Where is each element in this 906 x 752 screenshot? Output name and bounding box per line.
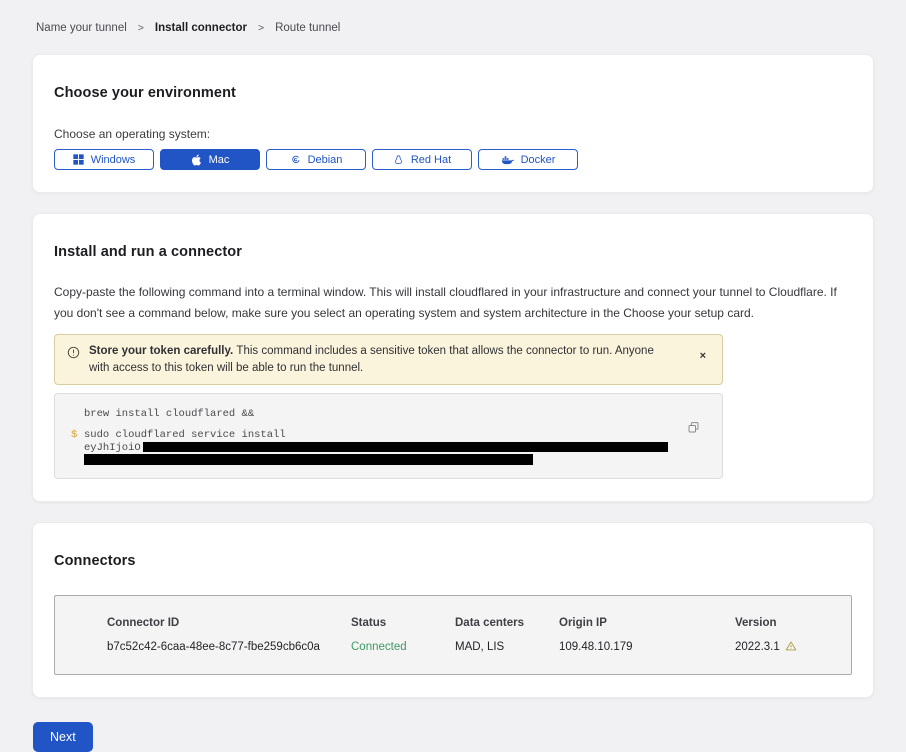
install-connector-card: Install and run a connector Copy-paste t…	[32, 213, 874, 502]
connector-status-value: Connected	[351, 641, 455, 653]
os-button-debian[interactable]: Debian	[266, 149, 366, 170]
breadcrumb-step-route-tunnel[interactable]: Route tunnel	[275, 22, 340, 34]
connectors-table-header: Connector ID Status Data centers Origin …	[107, 617, 835, 629]
version-warning-icon	[785, 640, 797, 655]
connector-version-value: 2022.3.1	[735, 641, 780, 653]
docker-icon	[501, 154, 514, 165]
apple-icon	[191, 154, 202, 166]
shell-prompt: $	[71, 430, 84, 465]
environment-card-title: Choose your environment	[54, 85, 852, 101]
os-picker-label: Choose an operating system:	[54, 127, 852, 141]
breadcrumb-separator: >	[258, 22, 264, 34]
copy-icon[interactable]	[687, 421, 700, 437]
breadcrumb-step-install-connector[interactable]: Install connector	[155, 22, 247, 34]
redacted-token-bar	[143, 442, 668, 452]
os-button-label: Debian	[308, 154, 343, 166]
os-button-windows[interactable]: Windows	[54, 149, 154, 170]
table-row: b7c52c42-6caa-48ee-8c77-fbe259cb6c0a Con…	[107, 640, 835, 655]
os-button-mac[interactable]: Mac	[160, 149, 260, 170]
breadcrumb-separator: >	[138, 22, 144, 34]
column-header-origin-ip: Origin IP	[559, 617, 735, 629]
column-header-version: Version	[735, 617, 835, 629]
token-prefix: eyJhIjoiO	[84, 442, 141, 454]
alert-circle-icon	[67, 346, 80, 364]
redhat-icon	[393, 154, 404, 166]
install-card-description: Copy-paste the following command into a …	[54, 282, 852, 324]
os-button-docker[interactable]: Docker	[478, 149, 578, 170]
os-button-label: Docker	[521, 154, 556, 166]
os-button-label: Mac	[209, 154, 230, 166]
close-icon[interactable]: ×	[696, 349, 710, 364]
column-header-data-centers: Data centers	[455, 617, 559, 629]
connector-data-centers-value: MAD, LIS	[455, 641, 559, 653]
column-header-connector-id: Connector ID	[107, 617, 351, 629]
os-button-redhat[interactable]: Red Hat	[372, 149, 472, 170]
choose-environment-card: Choose your environment Choose an operat…	[32, 54, 874, 193]
token-warning-banner: Store your token carefully. This command…	[54, 334, 723, 385]
os-button-label: Windows	[91, 154, 136, 166]
debian-icon	[290, 154, 301, 165]
connectors-card-title: Connectors	[54, 553, 852, 569]
os-button-label: Red Hat	[411, 154, 451, 166]
redacted-token-bar	[84, 454, 533, 465]
code-line-sudo: sudo cloudflared service install	[84, 429, 286, 441]
install-card-title: Install and run a connector	[54, 244, 852, 260]
windows-icon	[73, 154, 84, 165]
column-header-status: Status	[351, 617, 455, 629]
connector-id-value: b7c52c42-6caa-48ee-8c77-fbe259cb6c0a	[107, 641, 351, 653]
code-line-brew: brew install cloudflared &&	[84, 409, 678, 420]
connectors-table: Connector ID Status Data centers Origin …	[54, 595, 852, 675]
next-button[interactable]: Next	[33, 722, 93, 752]
tunnel-setup-page: Name your tunnel > Install connector > R…	[0, 0, 906, 752]
token-warning-title: Store your token carefully.	[89, 345, 236, 357]
os-picker: Windows Mac Debian Red Hat Docker	[54, 149, 852, 170]
install-command-codeblock: brew install cloudflared && $ sudo cloud…	[54, 393, 723, 479]
breadcrumb-step-name-your-tunnel[interactable]: Name your tunnel	[36, 22, 127, 34]
token-warning-text: Store your token carefully. This command…	[89, 343, 676, 376]
connectors-card: Connectors Connector ID Status Data cent…	[32, 522, 874, 698]
connector-origin-ip-value: 109.48.10.179	[559, 641, 735, 653]
breadcrumb: Name your tunnel > Install connector > R…	[32, 22, 874, 34]
